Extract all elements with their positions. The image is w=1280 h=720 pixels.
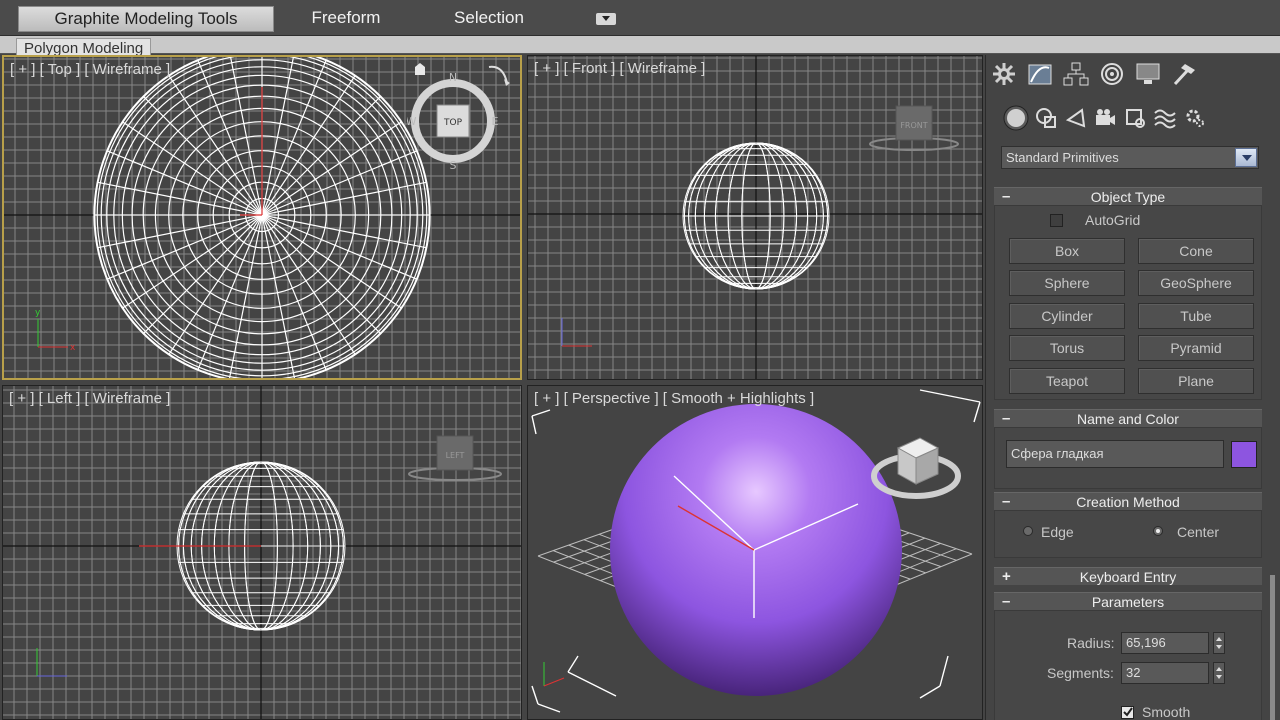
rollout-title: Creation Method bbox=[1076, 494, 1180, 510]
rollout-parameters-body: Radius: 65,196 Segments: 32 Smooth bbox=[994, 610, 1262, 720]
rollout-creation-method-header[interactable]: – Creation Method bbox=[994, 492, 1262, 510]
display-icon[interactable] bbox=[1134, 61, 1162, 87]
rollout-title: Keyboard Entry bbox=[1079, 569, 1177, 585]
svg-text:LEFT: LEFT bbox=[446, 451, 465, 460]
segments-spinner[interactable] bbox=[1213, 662, 1225, 684]
segments-label: Segments: bbox=[1047, 665, 1114, 681]
collapse-icon: – bbox=[1002, 493, 1011, 510]
rollout-title: Name and Color bbox=[1077, 411, 1179, 427]
purple-sphere bbox=[610, 404, 902, 696]
segments-input[interactable]: 32 bbox=[1121, 662, 1209, 684]
viewcube-perspective[interactable] bbox=[864, 426, 968, 506]
primitive-category-value: Standard Primitives bbox=[1006, 150, 1119, 165]
object-color-swatch[interactable] bbox=[1231, 441, 1257, 468]
hierarchy-icon[interactable] bbox=[1062, 61, 1090, 87]
autogrid-checkbox[interactable] bbox=[1050, 214, 1063, 227]
command-panel: Standard Primitives – Object Type AutoGr… bbox=[985, 55, 1280, 720]
radius-spinner[interactable] bbox=[1213, 632, 1225, 654]
pyramid-button[interactable]: Pyramid bbox=[1138, 335, 1254, 361]
rollout-title: Object Type bbox=[1090, 189, 1166, 205]
cylinder-button[interactable]: Cylinder bbox=[1009, 303, 1125, 329]
ribbon-options-dropdown-icon[interactable] bbox=[596, 13, 616, 25]
torus-button[interactable]: Torus bbox=[1009, 335, 1125, 361]
rollout-object-type-header[interactable]: – Object Type bbox=[994, 187, 1262, 205]
viewport-label-left[interactable]: [ + ] [ Left ] [ Wireframe ] bbox=[9, 390, 170, 407]
center-label: Center bbox=[1177, 524, 1220, 540]
geosphere-button[interactable]: GeoSphere bbox=[1138, 270, 1254, 296]
viewcube-left[interactable]: LEFT bbox=[405, 430, 505, 486]
geometry-icon[interactable] bbox=[1003, 105, 1029, 131]
ribbon-panel-strip bbox=[0, 36, 1280, 54]
viewport-label-perspective[interactable]: [ + ] [ Perspective ] [ Smooth + Highlig… bbox=[534, 390, 814, 407]
chevron-down-icon[interactable] bbox=[1235, 148, 1257, 167]
svg-text:E: E bbox=[492, 115, 499, 128]
svg-text:S: S bbox=[450, 159, 457, 172]
panel-polygon-modeling[interactable]: Polygon Modeling bbox=[16, 38, 152, 57]
svg-text:N: N bbox=[449, 71, 457, 84]
svg-text:TOP: TOP bbox=[443, 118, 463, 128]
svg-text:FRONT: FRONT bbox=[900, 121, 927, 130]
svg-text:y: y bbox=[35, 308, 41, 318]
tab-selection[interactable]: Selection bbox=[436, 4, 542, 32]
rollout-name-color-body: Сфера гладкая bbox=[994, 427, 1262, 489]
max-application-window: Graphite Modeling Tools Freeform Selecti… bbox=[0, 0, 1280, 720]
modify-icon[interactable] bbox=[1026, 61, 1054, 87]
home-icon bbox=[415, 63, 425, 75]
sphere-button[interactable]: Sphere bbox=[1009, 270, 1125, 296]
cone-button[interactable]: Cone bbox=[1138, 238, 1254, 264]
teapot-button[interactable]: Teapot bbox=[1009, 368, 1125, 394]
center-radio[interactable] bbox=[1153, 526, 1163, 536]
create-icon[interactable] bbox=[990, 61, 1018, 87]
motion-icon[interactable] bbox=[1098, 61, 1126, 87]
edge-radio[interactable] bbox=[1023, 526, 1033, 536]
autogrid-label: AutoGrid bbox=[1085, 212, 1141, 228]
rotate-icon bbox=[488, 65, 508, 84]
lights-icon[interactable] bbox=[1063, 105, 1089, 131]
tube-button[interactable]: Tube bbox=[1138, 303, 1254, 329]
primitive-category-dropdown[interactable]: Standard Primitives bbox=[1001, 146, 1259, 169]
rollout-parameters-header[interactable]: – Parameters bbox=[994, 592, 1262, 610]
collapse-icon: – bbox=[1002, 410, 1011, 427]
svg-text:W: W bbox=[407, 115, 417, 128]
radius-input[interactable]: 65,196 bbox=[1121, 632, 1209, 654]
ribbon-tab-bar: Graphite Modeling Tools Freeform Selecti… bbox=[0, 0, 1280, 36]
spacewarps-icon[interactable] bbox=[1152, 105, 1178, 131]
viewcube-front[interactable]: FRONT bbox=[866, 100, 962, 156]
object-name-field[interactable]: Сфера гладкая bbox=[1006, 440, 1224, 468]
plane-button[interactable]: Plane bbox=[1138, 368, 1254, 394]
rollout-keyboard-entry-header[interactable]: + Keyboard Entry bbox=[994, 567, 1262, 585]
tab-freeform[interactable]: Freeform bbox=[292, 4, 400, 32]
helpers-icon[interactable] bbox=[1122, 105, 1148, 131]
rollout-object-type-body: AutoGrid Box Cone Sphere GeoSphere Cylin… bbox=[994, 205, 1262, 400]
cameras-icon[interactable] bbox=[1092, 105, 1118, 131]
rollout-creation-method-body: Edge Center bbox=[994, 510, 1262, 558]
checkmark-icon bbox=[1123, 707, 1133, 717]
viewport-label-front[interactable]: [ + ] [ Front ] [ Wireframe ] bbox=[534, 60, 705, 77]
utilities-icon[interactable] bbox=[1170, 61, 1198, 87]
viewcube-top[interactable]: TOP N S W E bbox=[407, 61, 519, 176]
systems-icon[interactable] bbox=[1182, 105, 1208, 131]
expand-icon: + bbox=[1002, 568, 1011, 585]
viewport-label-top[interactable]: [ + ] [ Top ] [ Wireframe ] bbox=[10, 61, 170, 78]
rollout-title: Parameters bbox=[1091, 594, 1165, 610]
command-panel-scrollbar[interactable] bbox=[1270, 575, 1275, 720]
svg-text:x: x bbox=[70, 343, 76, 353]
smooth-checkbox[interactable] bbox=[1121, 706, 1134, 719]
radius-label: Radius: bbox=[1067, 635, 1115, 651]
tab-graphite-modeling-tools[interactable]: Graphite Modeling Tools bbox=[18, 6, 274, 32]
viewport-front[interactable]: [ + ] [ Front ] [ Wireframe ] FRONT bbox=[527, 55, 983, 380]
viewport-left[interactable]: [ + ] [ Left ] [ Wireframe ] LEFT bbox=[2, 385, 522, 720]
rollout-name-color-header[interactable]: – Name and Color bbox=[994, 409, 1262, 427]
viewport-perspective[interactable]: [ + ] [ Perspective ] [ Smooth + Highlig… bbox=[527, 385, 983, 720]
box-button[interactable]: Box bbox=[1009, 238, 1125, 264]
collapse-icon: – bbox=[1002, 593, 1011, 610]
viewport-top[interactable]: y x [ + ] [ Top ] [ Wireframe ] TOP N S … bbox=[2, 55, 522, 380]
shapes-icon[interactable] bbox=[1033, 105, 1059, 131]
edge-label: Edge bbox=[1041, 524, 1074, 540]
smooth-label: Smooth bbox=[1142, 704, 1191, 720]
collapse-icon: – bbox=[1002, 188, 1011, 205]
